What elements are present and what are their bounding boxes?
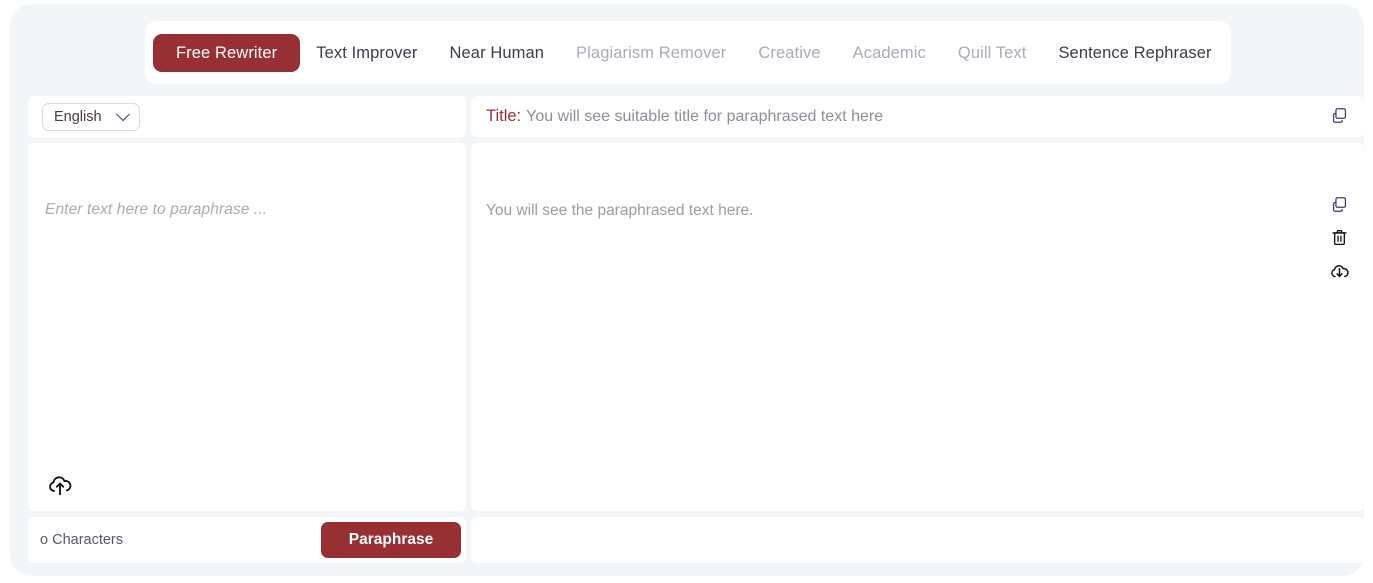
tab-plagiarism-remover[interactable]: Plagiarism Remover: [560, 35, 742, 71]
language-select-value: English: [54, 109, 102, 125]
tab-label: Academic: [852, 43, 926, 62]
app-shell: Free Rewriter Text Improver Near Human P…: [10, 4, 1364, 576]
output-body-text: You will see the paraphrased text here.: [486, 202, 754, 219]
tab-text-improver[interactable]: Text Improver: [300, 35, 433, 71]
tab-creative[interactable]: Creative: [742, 35, 836, 71]
copy-output-button[interactable]: [1330, 195, 1349, 214]
input-placeholder: Enter text here to paraphrase ...: [45, 201, 268, 218]
download-cloud-icon[interactable]: [1329, 261, 1350, 282]
language-bar: English: [28, 96, 466, 138]
chevron-down-icon: [115, 107, 130, 122]
tab-label: Creative: [758, 43, 821, 62]
tab-quill-text[interactable]: Quill Text: [942, 35, 1043, 71]
output-title-label: Title:: [486, 107, 522, 125]
language-select[interactable]: English: [42, 103, 140, 131]
tab-label: Free Rewriter: [176, 43, 278, 62]
input-panel: English Enter text here to paraphrase ..…: [28, 96, 466, 563]
tab-label: Plagiarism Remover: [576, 43, 727, 62]
output-title-text: You will see suitable title for paraphra…: [526, 107, 884, 125]
upload-cloud-icon[interactable]: [47, 472, 73, 498]
input-footer: o Characters Paraphrase: [28, 517, 466, 563]
tab-academic[interactable]: Academic: [837, 35, 942, 71]
tab-label: Text Improver: [316, 43, 418, 62]
tab-sentence-rephraser[interactable]: Sentence Rephraser: [1042, 35, 1227, 71]
delete-output-button[interactable]: [1330, 228, 1349, 247]
tab-label: Near Human: [449, 43, 545, 62]
tab-free-rewriter[interactable]: Free Rewriter: [153, 33, 301, 72]
output-title-bar: Title: You will see suitable title for p…: [471, 96, 1364, 137]
tab-bar: Free Rewriter Text Improver Near Human P…: [145, 21, 1231, 84]
output-tools: [1329, 195, 1350, 282]
paraphrase-button[interactable]: Paraphrase: [321, 522, 461, 558]
character-count: o Characters: [40, 532, 124, 548]
output-footer: [471, 517, 1364, 563]
tab-label: Sentence Rephraser: [1058, 43, 1212, 62]
input-textarea-card[interactable]: Enter text here to paraphrase ...: [28, 143, 466, 511]
output-text-card[interactable]: You will see the paraphrased text here.: [471, 143, 1364, 511]
tab-near-human[interactable]: Near Human: [434, 35, 561, 71]
output-panel: Title: You will see suitable title for p…: [471, 96, 1364, 563]
copy-title-button[interactable]: [1330, 106, 1349, 125]
tab-label: Quill Text: [957, 43, 1027, 62]
